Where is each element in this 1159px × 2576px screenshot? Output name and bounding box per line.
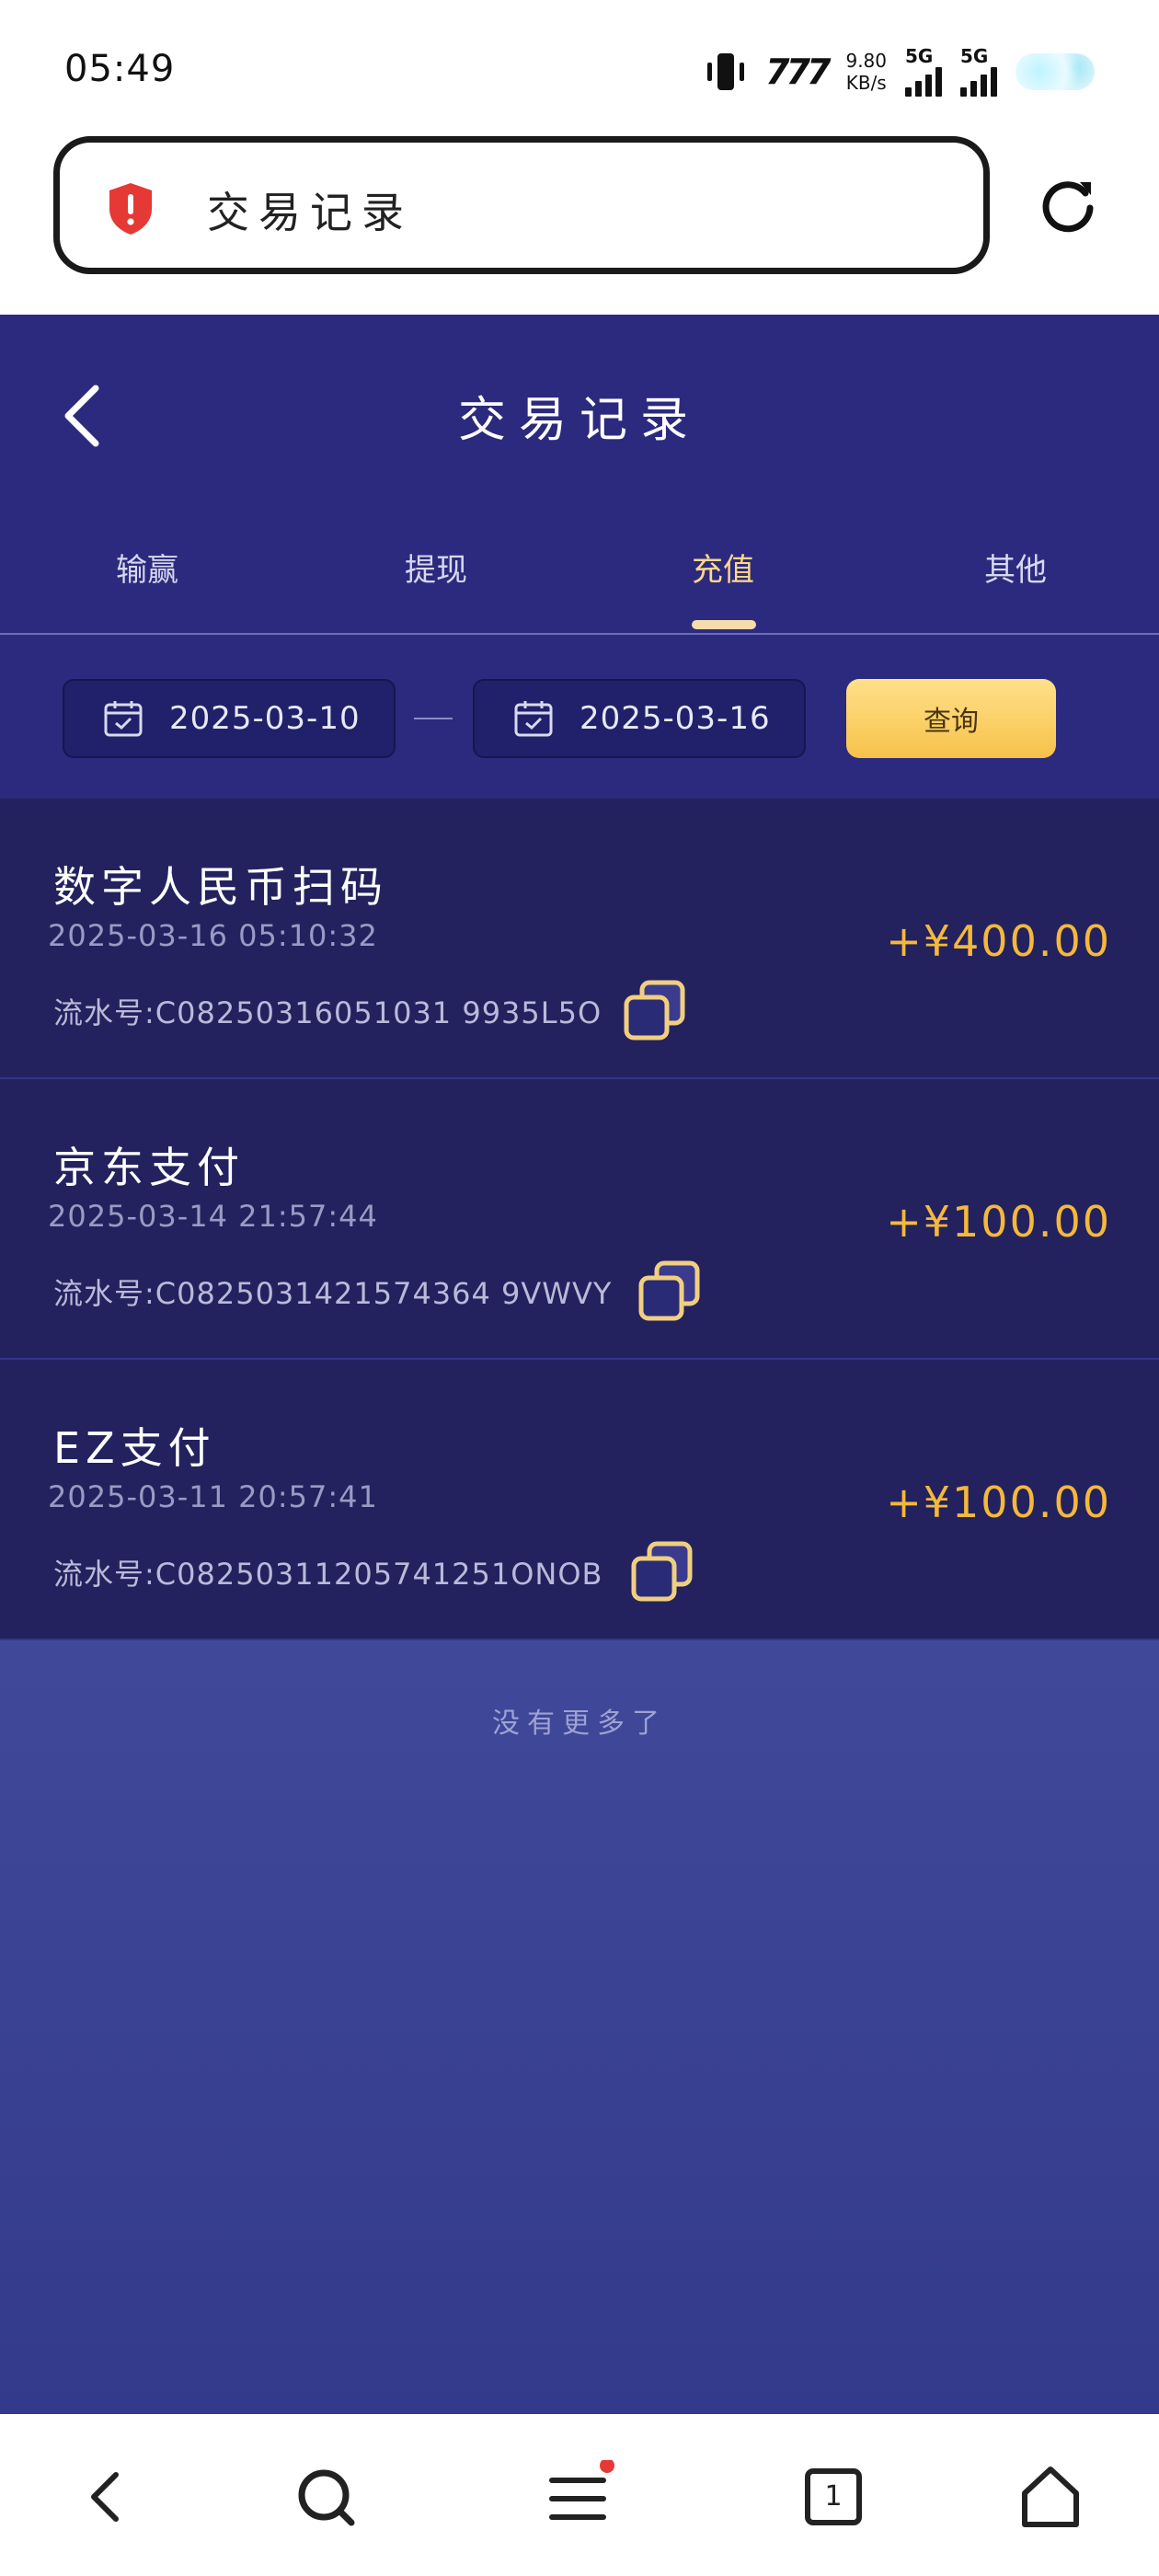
sim1-type: 5G: [905, 45, 934, 67]
signal-sim2-icon: 5G: [960, 47, 997, 97]
start-date-field[interactable]: 2025-03-10: [63, 679, 396, 758]
transaction-row: EZ支付 2025-03-11 20:57:41 流水号:C0825031120…: [0, 1360, 1159, 1640]
tab-withdraw[interactable]: 提现: [344, 545, 528, 590]
date-filter: 2025-03-10 2025-03-16 查询: [0, 635, 1159, 799]
start-date-value: 2025-03-10: [169, 700, 361, 737]
calendar-icon: [104, 701, 143, 737]
transaction-title: 数字人民币扫码: [53, 862, 388, 912]
copy-icon[interactable]: [622, 979, 686, 1043]
tab-bar: 输赢 提现 充值 其他: [0, 508, 1159, 635]
search-icon[interactable]: [289, 2460, 362, 2534]
end-date-field[interactable]: 2025-03-16: [473, 679, 806, 758]
app-content: 交易记录 输赢 提现 充值 其他 2025-03-10 2025-03-16 查…: [0, 315, 1159, 2414]
sim2-type: 5G: [960, 45, 989, 67]
menu-icon[interactable]: [543, 2460, 616, 2534]
transaction-amount: +¥400.00: [886, 916, 1111, 966]
network-brand: 777: [765, 52, 831, 92]
transaction-row: 京东支付 2025-03-14 21:57:44 流水号:C0825031421…: [0, 1079, 1159, 1360]
reload-icon[interactable]: [1038, 175, 1098, 236]
transaction-title: EZ支付: [53, 1423, 216, 1473]
transaction-time: 2025-03-16 05:10:32: [48, 918, 378, 953]
transaction-amount: +¥100.00: [886, 1197, 1111, 1247]
calendar-icon: [514, 701, 553, 737]
address-page-title: 交易记录: [207, 188, 413, 237]
transaction-serial: 流水号:C08250316051031 9935L5O: [53, 995, 602, 1030]
status-bar: 05:49 777 9.80 KB/s 5G 5G: [0, 0, 1159, 138]
transaction-serial: 流水号:C08250311205741251ONOB: [53, 1557, 603, 1592]
date-separator: [414, 718, 453, 719]
no-more-text: 没有更多了: [492, 1708, 667, 1740]
copy-icon[interactable]: [629, 1540, 694, 1604]
net-speed: 9.80 KB/s: [845, 50, 887, 94]
transaction-serial: 流水号:C0825031421574364 9VWVY: [53, 1276, 613, 1311]
tab-recharge[interactable]: 充值: [631, 545, 815, 590]
home-icon[interactable]: [1014, 2460, 1087, 2534]
status-decoration-icon: [1016, 53, 1095, 90]
status-icons: 777 9.80 KB/s 5G 5G: [705, 46, 1095, 98]
transaction-time: 2025-03-14 21:57:44: [48, 1199, 378, 1234]
tab-count: 1: [824, 2480, 843, 2513]
tab-win-loss[interactable]: 输赢: [55, 545, 239, 590]
transaction-row: 数字人民币扫码 2025-03-16 05:10:32 流水号:C0825031…: [0, 799, 1159, 1079]
status-time: 05:49: [64, 48, 176, 90]
transaction-time: 2025-03-11 20:57:41: [48, 1479, 378, 1514]
transaction-list: 数字人民币扫码 2025-03-16 05:10:32 流水号:C0825031…: [0, 799, 1159, 1640]
end-date-value: 2025-03-16: [580, 700, 771, 737]
copy-icon[interactable]: [637, 1259, 701, 1324]
transaction-amount: +¥100.00: [886, 1478, 1111, 1527]
address-bar[interactable]: 交易记录: [53, 136, 990, 274]
tab-active-indicator: [692, 620, 756, 629]
tabs-icon[interactable]: 1: [797, 2460, 870, 2534]
signal-sim1-icon: 5G: [905, 47, 942, 97]
shield-alert-icon[interactable]: [106, 181, 155, 236]
transaction-title: 京东支付: [53, 1143, 245, 1192]
vibrate-icon: [705, 53, 747, 90]
back-icon[interactable]: [72, 2460, 145, 2534]
app-header: 交易记录: [0, 315, 1159, 508]
net-speed-unit: KB/s: [845, 72, 887, 94]
query-button[interactable]: 查询: [846, 679, 1056, 758]
bottom-nav: 1: [0, 2414, 1159, 2576]
page-title: 交易记录: [457, 393, 701, 448]
net-speed-value: 9.80: [845, 50, 887, 72]
tab-other[interactable]: 其他: [924, 545, 1107, 590]
